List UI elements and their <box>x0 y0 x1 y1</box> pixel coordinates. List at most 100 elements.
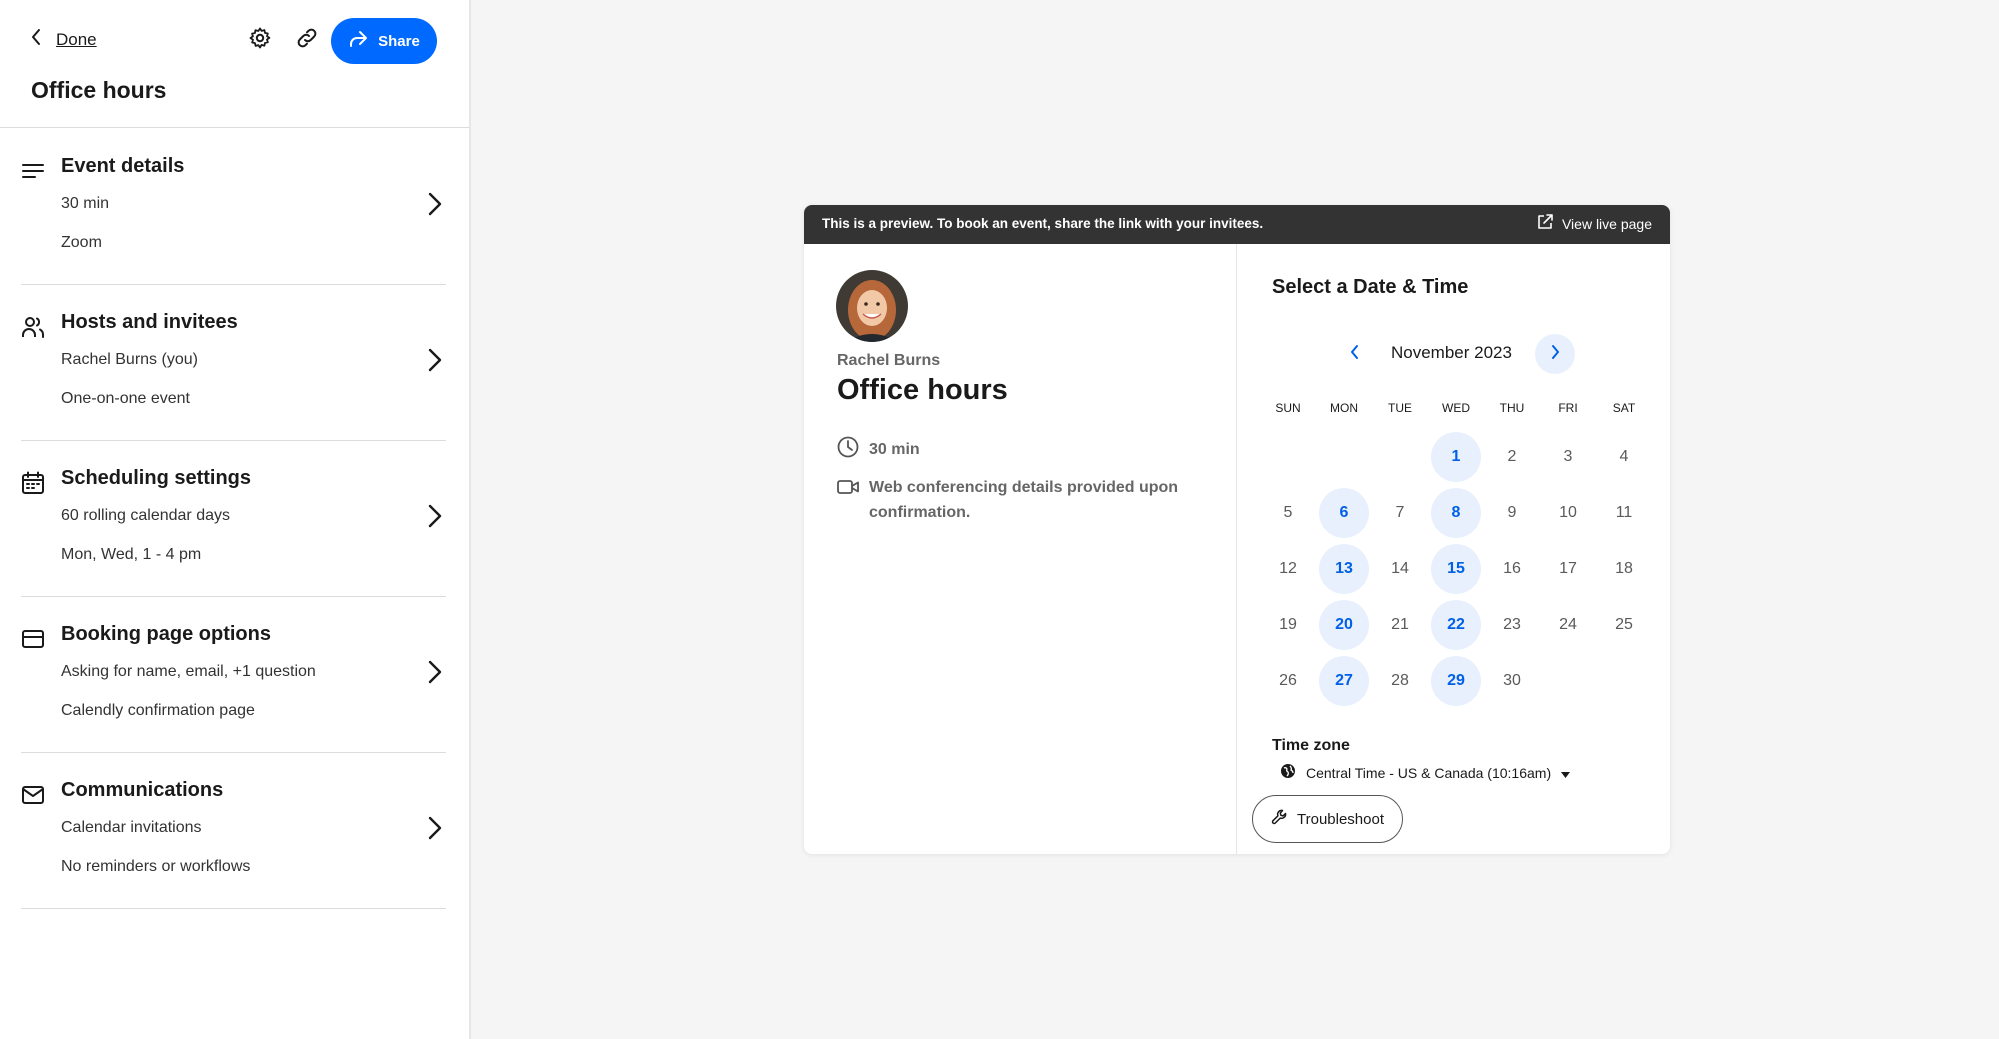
sidebar: Done Share Office hours Event details 30… <box>0 0 471 1039</box>
section-scheduling-settings[interactable]: Scheduling settings 60 rolling calendar … <box>21 441 446 597</box>
clock-icon <box>837 436 859 463</box>
share-label: Share <box>378 32 420 50</box>
avatar <box>836 270 908 342</box>
weekday-label: FRI <box>1558 401 1578 415</box>
section-title: Booking page options <box>61 623 271 645</box>
calendar-day: 21 <box>1391 616 1409 633</box>
mail-icon <box>21 783 45 807</box>
section-detail: Zoom <box>61 234 102 251</box>
section-title: Hosts and invitees <box>61 311 238 333</box>
available-day[interactable]: 27 <box>1319 656 1369 706</box>
calendar-day: 30 <box>1503 672 1521 689</box>
event-title: Office hours <box>837 374 1008 406</box>
timezone-label: Time zone <box>1272 737 1350 754</box>
available-day[interactable]: 8 <box>1431 488 1481 538</box>
chevron-right-icon <box>1549 344 1561 365</box>
section-booking-page-options[interactable]: Booking page options Asking for name, em… <box>21 597 446 753</box>
date-time-panel: Select a Date & Time November 2023 SUN M… <box>1238 244 1670 854</box>
gear-icon <box>248 26 272 55</box>
calendar-day: 2 <box>1507 448 1517 465</box>
weekday-label: THU <box>1499 401 1525 415</box>
weekday-label: TUE <box>1388 401 1412 415</box>
event-info-panel: Rachel Burns Office hours 30 min Web con… <box>804 244 1237 854</box>
page-title: Office hours <box>31 77 167 103</box>
view-live-page-link[interactable]: View live page <box>1536 213 1652 234</box>
available-day[interactable]: 6 <box>1319 488 1369 538</box>
calendar-day: 12 <box>1279 560 1297 577</box>
video-icon <box>837 478 859 504</box>
chevron-right-icon <box>426 659 444 685</box>
calendar-day: 24 <box>1559 616 1577 633</box>
timezone-select[interactable]: Central Time - US & Canada (10:16am) <box>1280 763 1571 782</box>
chevron-left-icon <box>30 28 42 51</box>
chevron-right-icon <box>426 503 444 529</box>
calendar-day: 4 <box>1619 448 1629 465</box>
share-arrow-icon <box>348 30 368 52</box>
settings-button[interactable] <box>244 24 276 56</box>
share-button[interactable]: Share <box>331 18 437 64</box>
section-detail: 30 min <box>61 195 110 212</box>
section-detail: No reminders or workflows <box>61 858 251 875</box>
preview-banner-text: This is a preview. To book an event, sha… <box>822 216 1264 231</box>
calendar-day: 18 <box>1615 560 1633 577</box>
booking-preview: This is a preview. To book an event, sha… <box>804 205 1670 854</box>
host-name: Rachel Burns <box>837 352 941 369</box>
calendar-day: 11 <box>1615 504 1633 521</box>
people-icon <box>21 315 45 339</box>
section-detail: 60 rolling calendar days <box>61 507 230 524</box>
section-title: Scheduling settings <box>61 467 252 489</box>
weekday-label: WED <box>1442 401 1470 415</box>
conferencing-text: Web conferencing details provided upon c… <box>869 479 1179 521</box>
section-communications[interactable]: Communications Calendar invitations No r… <box>21 753 446 909</box>
timezone-value: Central Time - US & Canada (10:16am) <box>1306 764 1552 781</box>
calendar-icon <box>21 471 45 495</box>
troubleshoot-button[interactable]: Troubleshoot <box>1252 795 1403 843</box>
calendar-day: 17 <box>1559 560 1577 577</box>
available-day[interactable]: 22 <box>1431 600 1481 650</box>
sidebar-header: Done Share Office hours <box>0 0 469 128</box>
card-icon <box>21 627 45 651</box>
calendar-day: 16 <box>1503 560 1521 577</box>
available-day[interactable]: 1 <box>1431 432 1481 482</box>
calendar-day: 26 <box>1279 672 1297 689</box>
duration-row: 30 min <box>837 436 920 463</box>
caret-down-icon <box>1561 765 1571 781</box>
done-label: Done <box>56 29 97 49</box>
calendar-day: 28 <box>1391 672 1409 689</box>
calendar-day: 25 <box>1615 616 1633 633</box>
preview-banner: This is a preview. To book an event, sha… <box>804 205 1670 244</box>
calendar-day: 10 <box>1559 504 1577 521</box>
section-detail: Asking for name, email, +1 question <box>61 663 316 680</box>
copy-link-button[interactable] <box>291 24 323 56</box>
section-title: Communications <box>61 779 224 801</box>
done-link[interactable]: Done <box>30 28 97 51</box>
next-month-button[interactable] <box>1535 334 1575 374</box>
chevron-right-icon <box>426 347 444 373</box>
calendar-day: 5 <box>1283 504 1293 521</box>
month-label: November 2023 <box>1391 343 1512 362</box>
calendar-day: 7 <box>1395 504 1405 521</box>
calendar-day: 19 <box>1279 616 1297 633</box>
link-icon <box>295 26 319 55</box>
available-day[interactable]: 29 <box>1431 656 1481 706</box>
available-day[interactable]: 13 <box>1319 544 1369 594</box>
available-day[interactable]: 20 <box>1319 600 1369 650</box>
wrench-icon <box>1271 808 1289 830</box>
available-day[interactable]: 15 <box>1431 544 1481 594</box>
prev-month-button[interactable] <box>1335 334 1375 374</box>
calendar-day: 23 <box>1503 616 1521 633</box>
conferencing-row: Web conferencing details provided upon c… <box>837 475 1199 525</box>
section-event-details[interactable]: Event details 30 min Zoom <box>21 129 446 285</box>
view-live-page-label: View live page <box>1561 215 1652 232</box>
calendar-day: 9 <box>1507 504 1517 521</box>
select-date-title: Select a Date & Time <box>1272 276 1469 298</box>
external-link-icon <box>1536 213 1554 234</box>
weekday-label: SAT <box>1612 401 1636 415</box>
chevron-right-icon <box>426 191 444 217</box>
section-detail: Mon, Wed, 1 - 4 pm <box>61 546 202 563</box>
duration-text: 30 min <box>869 440 920 458</box>
weekday-label: MON <box>1330 401 1358 415</box>
section-detail: Calendly confirmation page <box>61 702 255 719</box>
section-hosts-invitees[interactable]: Hosts and invitees Rachel Burns (you) On… <box>21 285 446 441</box>
section-title: Event details <box>61 155 185 177</box>
